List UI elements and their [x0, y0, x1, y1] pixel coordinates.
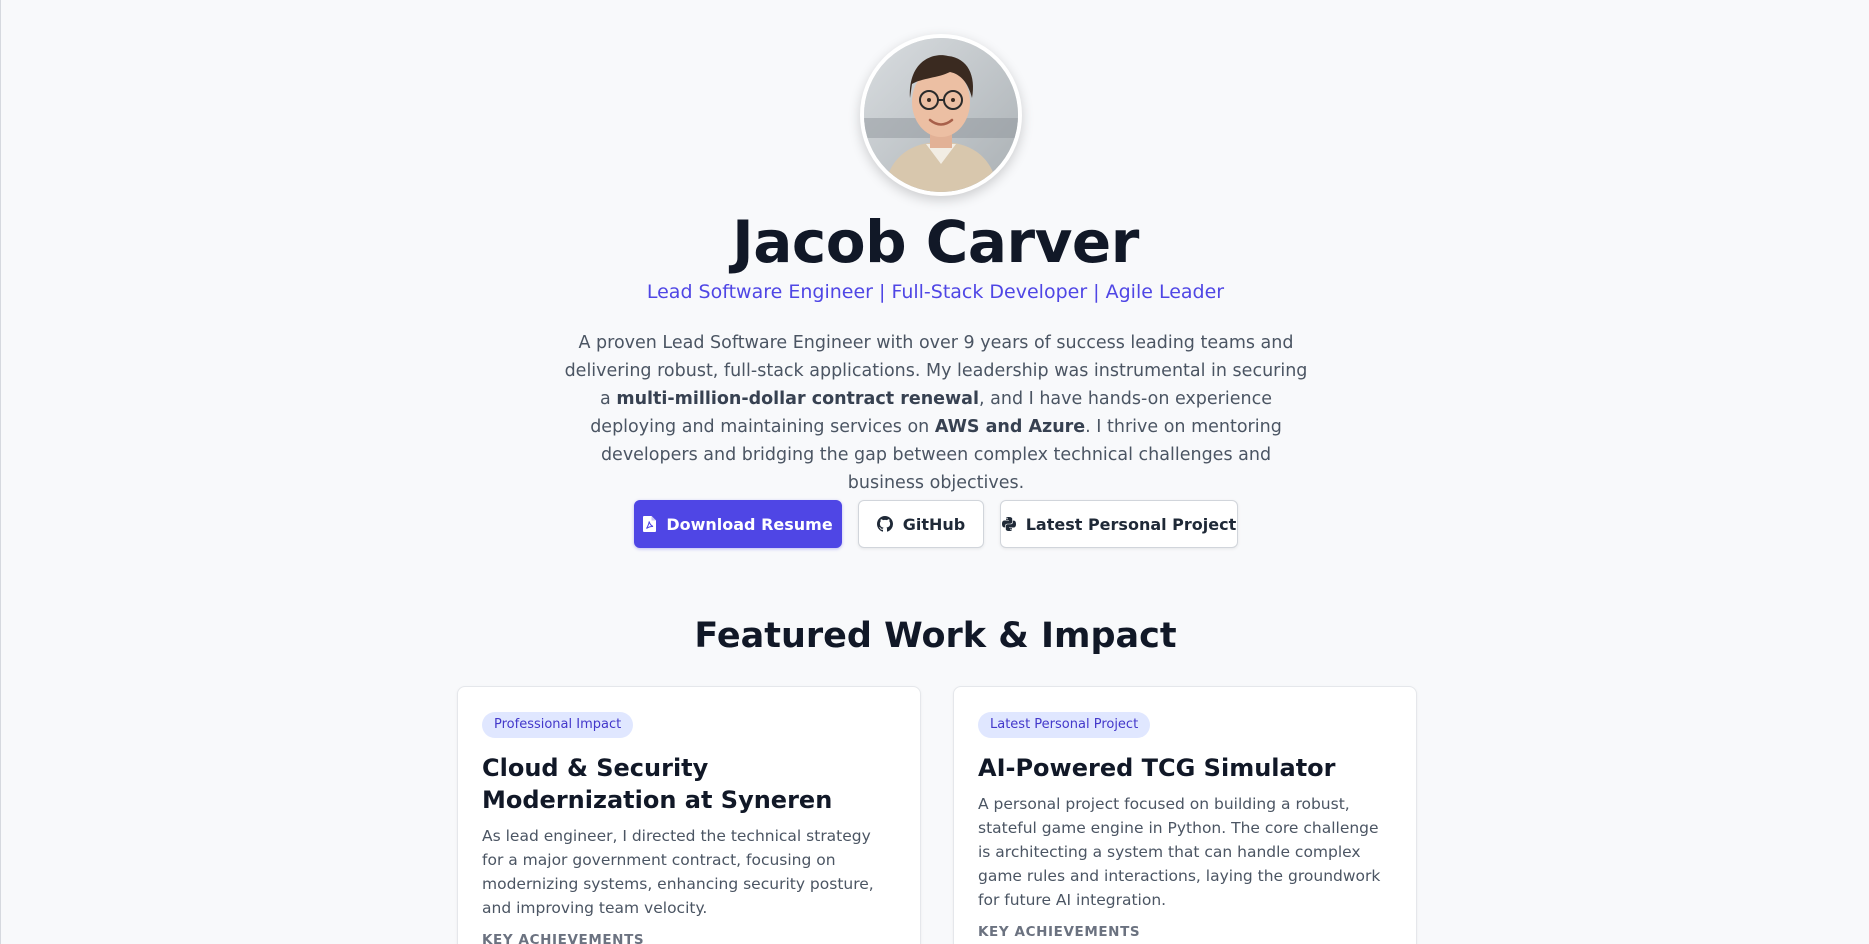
pdf-file-icon	[643, 516, 657, 532]
github-icon	[876, 516, 893, 532]
card-description: A personal project focused on building a…	[978, 795, 1381, 909]
profile-photo	[860, 34, 1022, 196]
featured-section-title: Featured Work & Impact	[694, 616, 1177, 656]
bio-highlight-cloud: AWS and Azure	[934, 417, 1086, 437]
github-label: GitHub	[902, 514, 966, 534]
download-resume-button[interactable]: Download Resume	[634, 500, 842, 548]
profile-name: Jacob Carver	[732, 208, 1139, 276]
profile-tagline: Lead Software Engineer | Full-Stack Deve…	[646, 281, 1225, 303]
card-description: As lead engineer, I directed the technic…	[482, 827, 874, 917]
latest-project-label: Latest Personal Project	[1025, 514, 1237, 534]
portfolio-page: Jacob Carver Lead Software Engineer | Fu…	[0, 0, 1869, 944]
download-resume-label: Download Resume	[666, 514, 833, 534]
card-subheading: KEY ACHIEVEMENTS	[482, 932, 645, 944]
bio-highlight-contract: multi-million-dollar contract renewal	[616, 389, 979, 409]
featured-card-professional: Professional Impact Cloud & Security Mod…	[457, 686, 921, 944]
python-icon	[1001, 517, 1016, 531]
card-badge: Latest Personal Project	[978, 712, 1151, 738]
card-subheading: KEY ACHIEVEMENTS	[978, 924, 1141, 940]
profile-bio: A proven Lead Software Engineer with ove…	[561, 329, 1311, 497]
featured-card-personal: Latest Personal Project AI-Powered TCG S…	[953, 686, 1417, 944]
latest-project-button[interactable]: Latest Personal Project	[1000, 500, 1238, 548]
card-title: Cloud & Security Modernization at Synere…	[482, 754, 833, 814]
card-title: AI-Powered TCG Simulator	[978, 754, 1336, 782]
github-button[interactable]: GitHub	[858, 500, 984, 548]
card-badge: Professional Impact	[482, 712, 634, 738]
action-buttons: Download Resume GitHub Latest Personal P…	[634, 500, 1238, 548]
